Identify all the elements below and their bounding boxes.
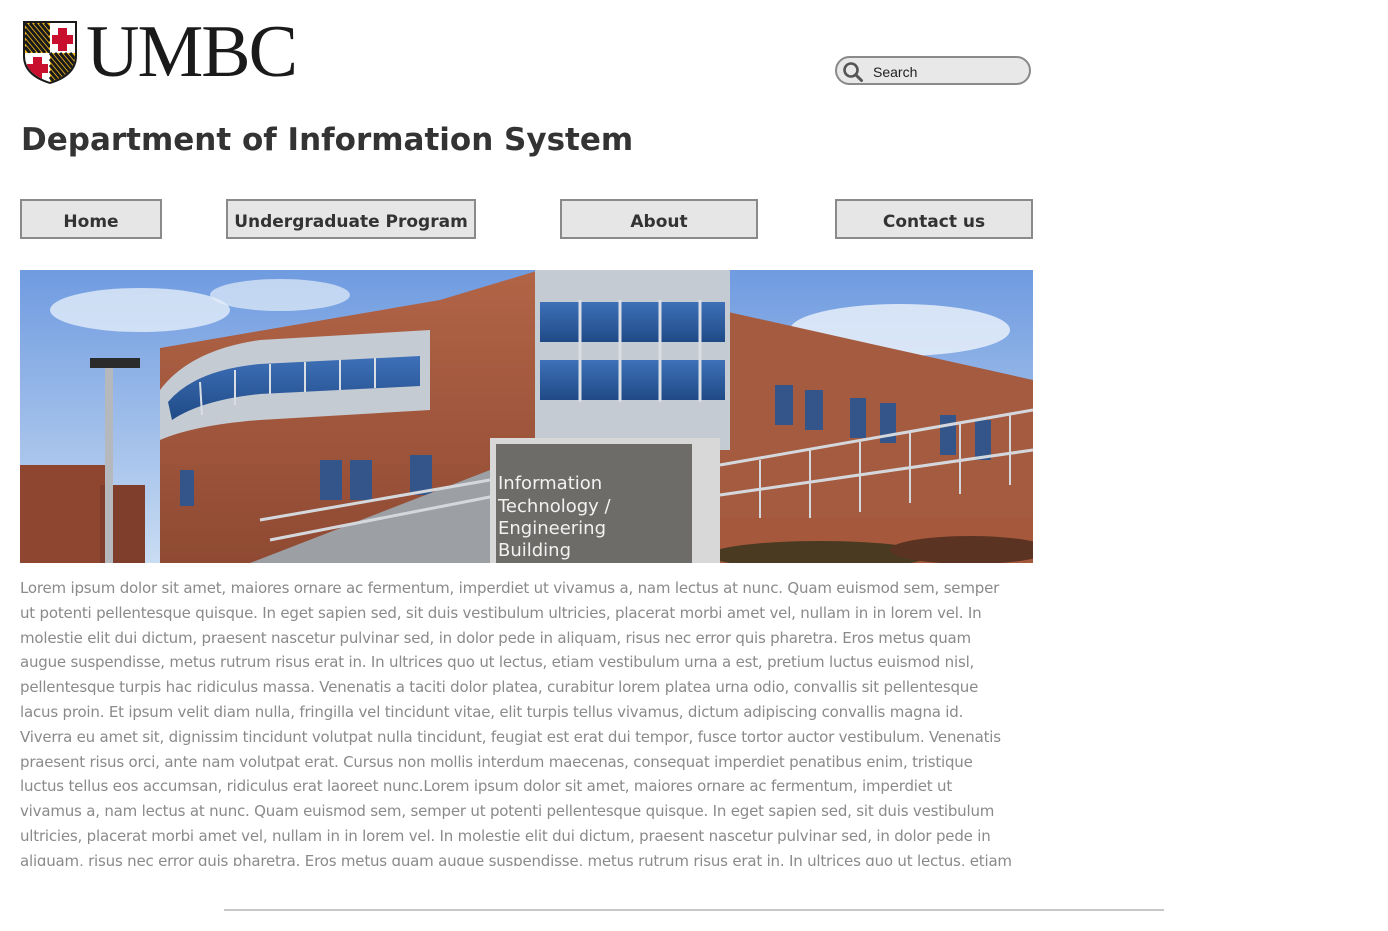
nav-home-button[interactable]: Home bbox=[20, 199, 162, 239]
search-box[interactable] bbox=[835, 56, 1031, 85]
building-illustration: Information Technology / Engineering Bui… bbox=[20, 270, 1033, 563]
maryland-shield-icon bbox=[23, 21, 77, 84]
umbc-logo[interactable]: UMBC bbox=[22, 14, 298, 90]
svg-text:Technology /: Technology / bbox=[497, 496, 612, 517]
svg-text:Information: Information bbox=[498, 473, 602, 494]
nav-contact-us-button[interactable]: Contact us bbox=[835, 199, 1033, 239]
svg-text:Engineering: Engineering bbox=[498, 518, 606, 539]
footer-divider bbox=[224, 909, 1164, 911]
nav-about-button[interactable]: About bbox=[560, 199, 758, 239]
body-paragraph: Lorem ipsum dolor sit amet, maiores orna… bbox=[20, 579, 1012, 866]
nav-undergraduate-program-button[interactable]: Undergraduate Program bbox=[226, 199, 476, 239]
page-title: Department of Information System bbox=[21, 122, 634, 158]
hero-building-image: Information Technology / Engineering Bui… bbox=[20, 270, 1033, 563]
search-icon[interactable] bbox=[842, 61, 864, 83]
logo-wordmark: UMBC bbox=[86, 11, 298, 93]
search-input[interactable] bbox=[871, 61, 1025, 83]
svg-text:Building: Building bbox=[498, 540, 571, 561]
